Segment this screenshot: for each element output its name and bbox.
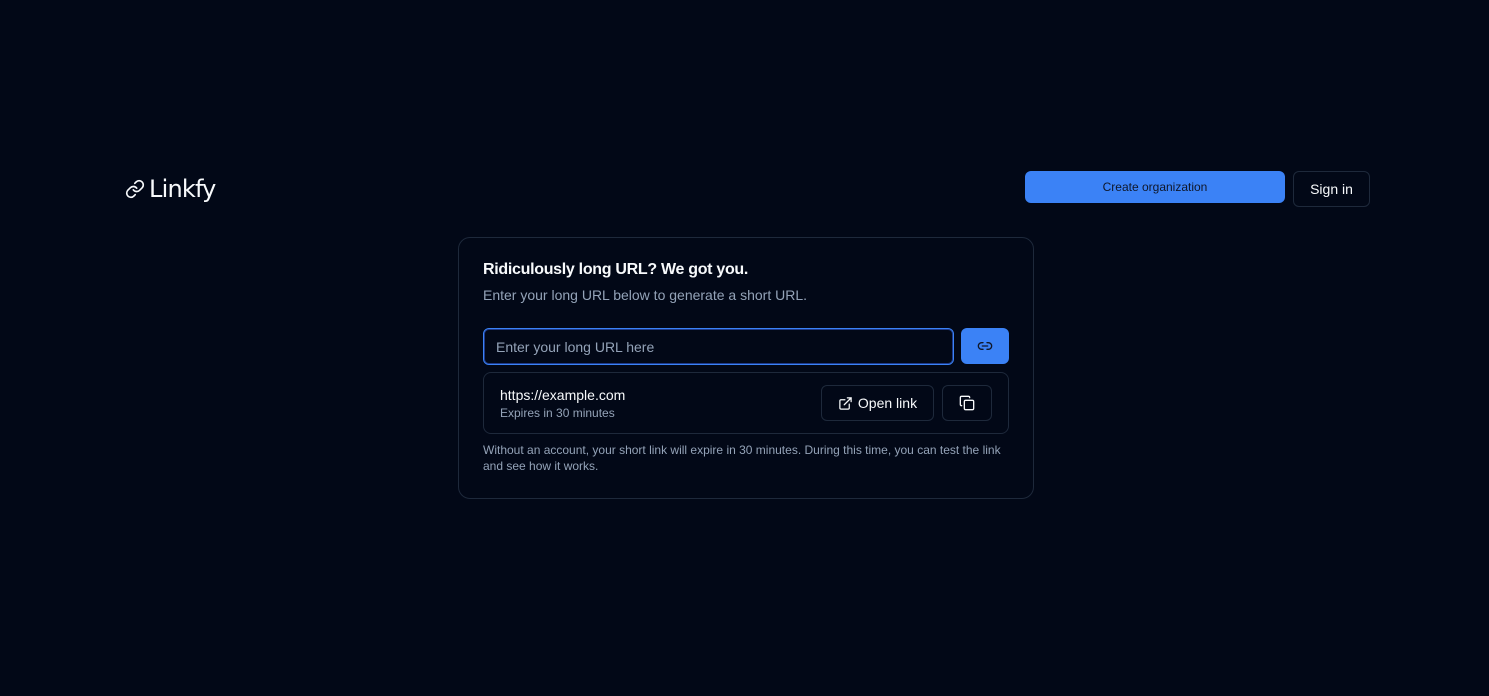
shorten-button[interactable] — [961, 328, 1009, 364]
short-link-url[interactable]: https://example.com — [500, 387, 625, 403]
long-url-input[interactable] — [483, 328, 954, 365]
expiry-note: Without an account, your short link will… — [483, 443, 1001, 473]
create-organization-button[interactable]: Create organization — [1025, 171, 1285, 203]
short-link-result: https://example.com Expires in 30 minute… — [483, 372, 1009, 434]
logo[interactable]: Linkfy — [125, 174, 216, 204]
copy-link-button[interactable] — [942, 385, 992, 421]
shorten-url-card: Ridiculously long URL? We got you. Enter… — [458, 237, 1034, 499]
open-link-button[interactable]: Open link — [821, 385, 934, 421]
sign-in-button[interactable]: Sign in — [1293, 171, 1370, 207]
external-link-icon — [838, 396, 853, 411]
open-link-label: Open link — [857, 395, 918, 411]
card-title: Ridiculously long URL? We got you. — [483, 261, 749, 278]
link-icon — [125, 178, 145, 200]
card-description: Enter your long URL below to generate a … — [483, 287, 807, 303]
link-icon — [977, 338, 993, 354]
short-link-expiry: Expires in 30 minutes — [500, 406, 615, 420]
top-header: Linkfy Create organization Sign in — [125, 171, 1370, 207]
copy-icon — [959, 395, 975, 411]
logo-text: Linkfy — [149, 175, 216, 203]
